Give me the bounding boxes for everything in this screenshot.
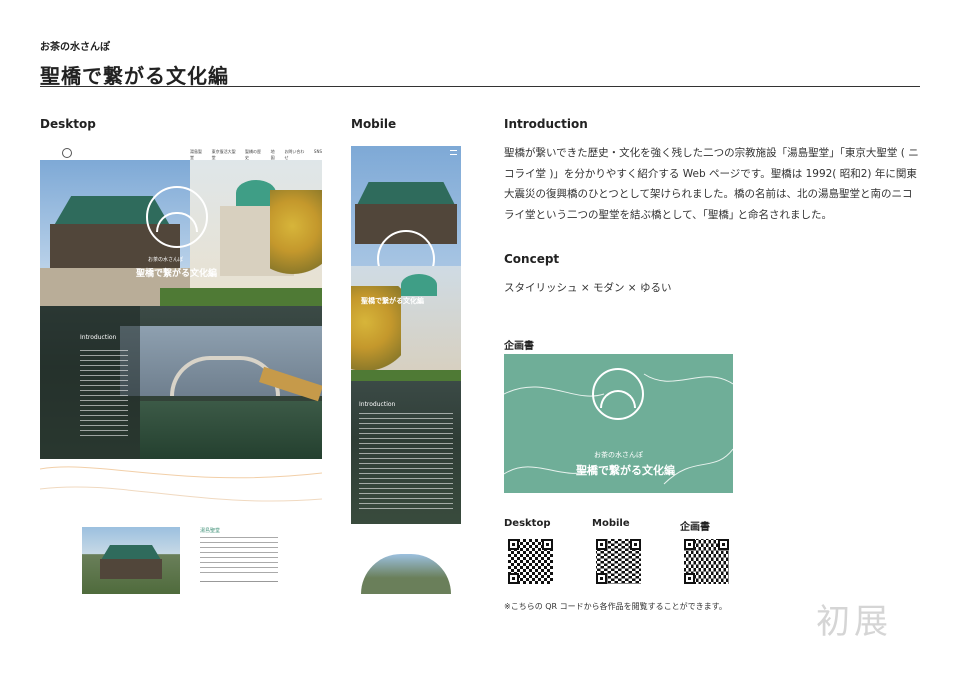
concept-body: スタイリッシュ × モダン × ゆるい xyxy=(504,282,672,294)
qr-finder xyxy=(508,539,519,550)
decorative-wave xyxy=(40,466,322,502)
intro-heading: Introduction xyxy=(80,334,117,341)
proposal-cover[interactable]: お茶の水さんぽ 聖橋で繋がる文化編 xyxy=(504,354,733,493)
section2-text-lines xyxy=(200,537,278,577)
hero-title: 聖橋で繋がる文化編 xyxy=(136,269,218,279)
m-intro-heading: Introduction xyxy=(359,401,396,408)
section2-heading: 湯島聖堂 xyxy=(200,528,221,534)
qr-finder xyxy=(684,573,695,584)
page-title: 聖橋で繋がる文化編 xyxy=(40,64,229,88)
qr-finder xyxy=(508,573,519,584)
qr-finder xyxy=(542,539,553,550)
introduction-heading: Introduction xyxy=(504,117,588,131)
mobile-intro-section: Introduction xyxy=(351,381,461,524)
desktop-intro-section: Introduction xyxy=(40,306,322,459)
mobile-label: Mobile xyxy=(351,117,397,131)
m-intro-text-lines xyxy=(359,413,453,513)
qr-code-proposal[interactable] xyxy=(684,539,729,584)
title-divider xyxy=(40,86,920,87)
qr-finder xyxy=(596,539,607,550)
hall-body-small xyxy=(100,559,162,579)
watermark: 初展 xyxy=(816,602,892,642)
qr-code-desktop[interactable] xyxy=(508,539,553,584)
desktop-label: Desktop xyxy=(40,117,96,131)
hero-brand: お茶の水さんぽ xyxy=(148,257,184,263)
section-image xyxy=(82,527,180,594)
qr-note: ※こちらの QR コードから各作品を閲覧することができます。 xyxy=(504,602,727,611)
hall-roof-small xyxy=(101,545,161,559)
m-grass xyxy=(351,370,461,381)
mobile-hero: 聖橋で繋がる文化編 xyxy=(351,146,461,381)
section2-link-line xyxy=(200,581,278,582)
mobile-content-section xyxy=(351,524,461,594)
ginkgo-tree xyxy=(270,190,322,280)
hamburger-icon[interactable] xyxy=(450,150,457,155)
desktop-nav: 湯島聖堂 東京復活大聖堂 聖橋の歴史 地図 お問い合わせ SNS xyxy=(40,146,322,160)
brand-label: お茶の水さんぽ xyxy=(40,42,110,53)
qr-finder xyxy=(718,539,729,550)
qr-label-proposal: 企画書 xyxy=(680,522,710,533)
hero-grass xyxy=(160,288,322,306)
desktop-hero: お茶の水さんぽ 聖橋で繋がる文化編 xyxy=(40,160,322,306)
concept-heading: Concept xyxy=(504,252,560,266)
qr-finder xyxy=(596,573,607,584)
qr-label-desktop: Desktop xyxy=(504,518,551,529)
qr-finder xyxy=(630,539,641,550)
desktop-content-section: 湯島聖堂 xyxy=(40,459,322,594)
desktop-screenshot[interactable]: 湯島聖堂 東京復活大聖堂 聖橋の歴史 地図 お問い合わせ SNS お茶の水さんぽ… xyxy=(40,146,322,594)
proposal-title: 聖橋で繋がる文化編 xyxy=(576,464,675,477)
river xyxy=(140,401,322,459)
proposal-brand: お茶の水さんぽ xyxy=(594,451,643,459)
m-section-image xyxy=(361,554,451,594)
qr-label-mobile: Mobile xyxy=(592,518,630,529)
qr-code-mobile[interactable] xyxy=(596,539,641,584)
m-cathedral-dome xyxy=(401,274,437,296)
mobile-screenshot[interactable]: 聖橋で繋がる文化編 Introduction xyxy=(351,146,461,594)
desktop-logo-icon xyxy=(62,148,72,158)
m-hall-roof xyxy=(357,182,455,204)
intro-text-lines xyxy=(80,350,128,440)
qr-finder xyxy=(684,539,695,550)
introduction-body: 聖橋が繋いできた歴史・文化を強く残した二つの宗教施設「湯島聖堂」「東京大聖堂 (… xyxy=(504,147,919,221)
proposal-heading: 企画書 xyxy=(504,341,534,352)
m-hero-title: 聖橋で繋がる文化編 xyxy=(361,297,424,305)
